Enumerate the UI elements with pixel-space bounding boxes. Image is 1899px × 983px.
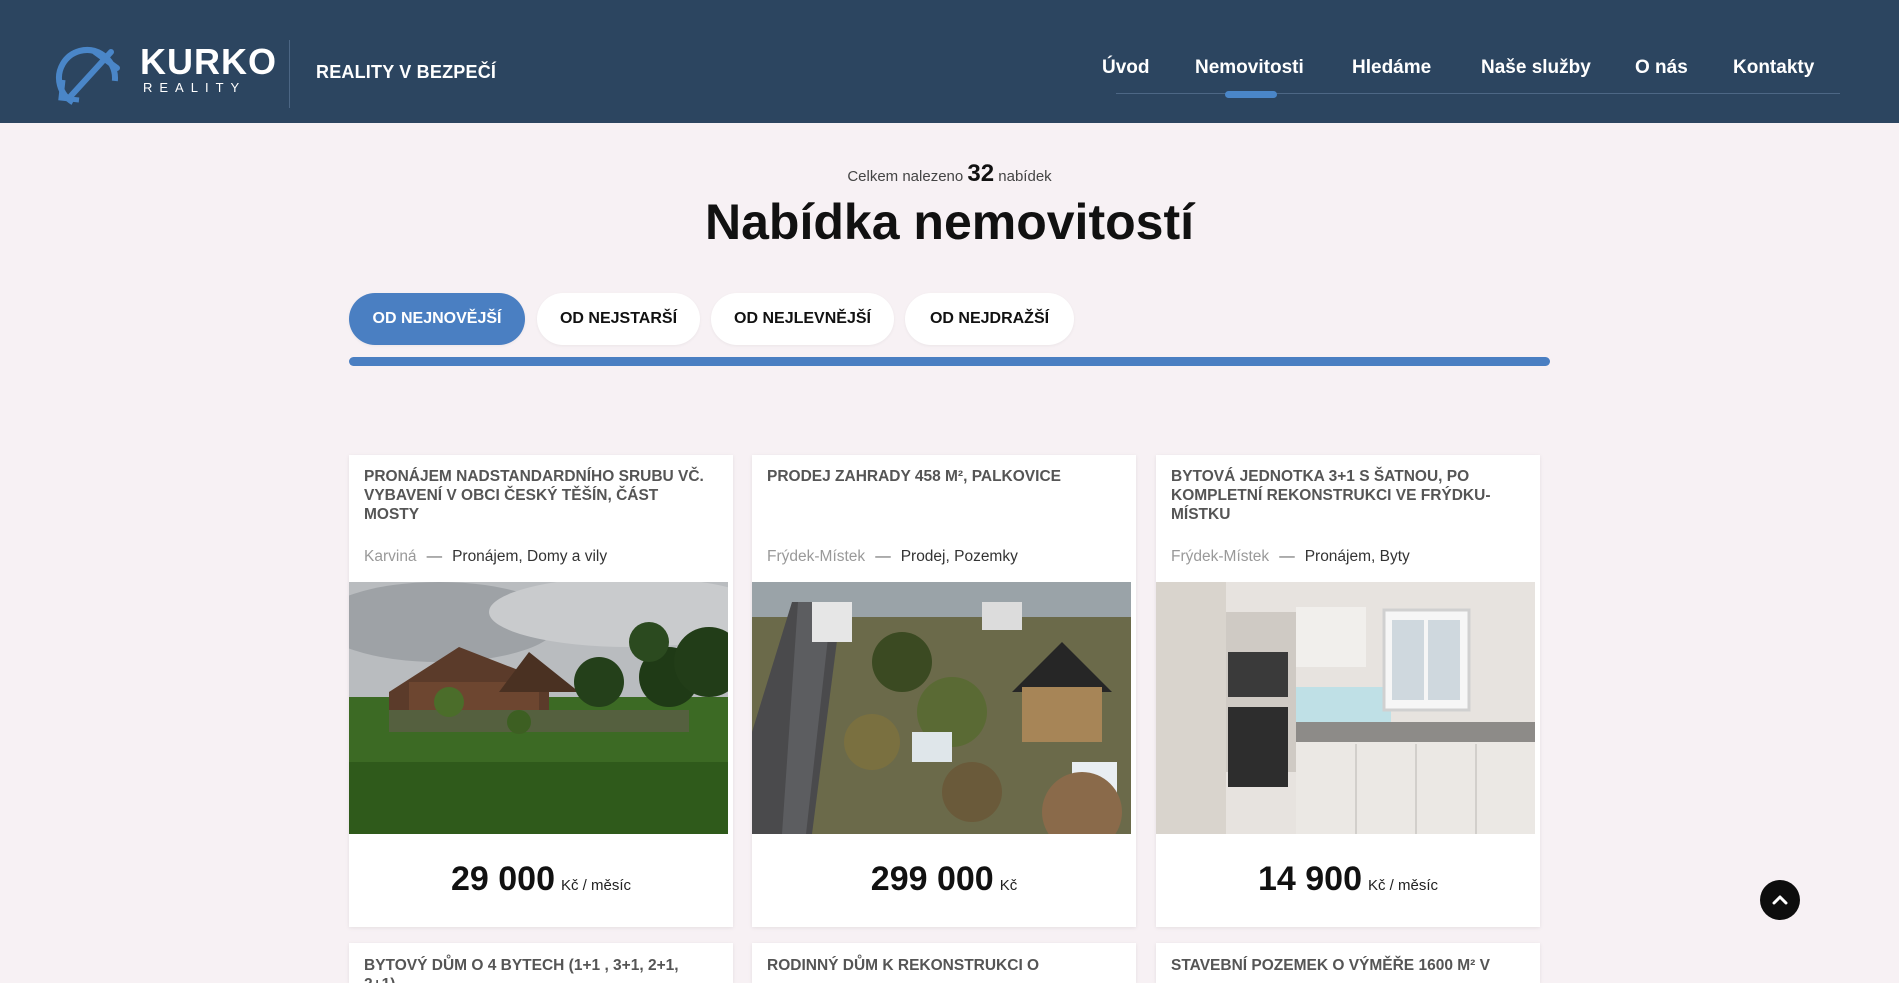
card-location: Karviná [364,548,417,565]
anchor-icon[interactable] [55,40,125,110]
property-card[interactable]: BYTOVÝ DŮM O 4 BYTECH (1+1 , 3+1, 2+1, 2… [349,943,733,983]
card-meta: Frýdek-Místek — Prodej, Pozemky [767,548,1018,566]
page-title: Nabídka nemovitostí [705,194,1194,250]
card-title[interactable]: PRONÁJEM NADSTANDARDNÍHO SRUBU VČ. VYBAV… [364,467,714,524]
result-count: Celkem nalezeno 32 nabídek [0,160,1899,188]
card-title[interactable]: STAVEBNÍ POZEMEK O VÝMĚŘE 1600 m² V [1171,956,1521,975]
price-value: 299 000 [870,860,994,898]
nav-kontakty[interactable]: Kontakty [1733,57,1814,79]
property-card[interactable]: PRODEJ ZAHRADY 458 m², PALKOVICE Frýdek-… [752,455,1136,927]
nav-o-nas[interactable]: O nás [1635,57,1688,79]
count-prefix: Celkem nalezeno [847,168,964,185]
brand-name: KURKO [140,41,277,82]
nav-hledame[interactable]: Hledáme [1352,57,1431,79]
price-unit: Kč [999,877,1018,894]
chevron-up-icon [1772,895,1788,905]
property-card[interactable]: STAVEBNÍ POZEMEK O VÝMĚŘE 1600 m² V [1156,943,1540,983]
card-type: Prodej, Pozemky [900,548,1018,565]
brand-logo[interactable]: KURKO REALITY [140,44,277,96]
tagline: REALITY V BEZPEČÍ [316,62,497,82]
card-separator: — [426,548,443,565]
sort-newest-button[interactable]: OD NEJNOVĚJŠÍ [349,293,525,345]
price-unit: Kč / měsíc [1367,877,1438,894]
card-title[interactable]: PRODEJ ZAHRADY 458 m², PALKOVICE [767,467,1117,486]
card-price: 29 000 Kč / měsíc [349,860,733,899]
sort-bar [349,357,1550,366]
card-title[interactable]: BYTOVÝ DŮM O 4 BYTECH (1+1 , 3+1, 2+1, 2… [364,956,714,983]
price-unit: Kč / měsíc [560,877,631,894]
card-meta: Karviná — Pronájem, Domy a vily [364,548,607,566]
card-location: Frýdek-Místek [1171,548,1270,565]
card-photo[interactable] [752,582,1131,834]
card-photo[interactable] [1156,582,1535,834]
brand-sub: REALITY [143,80,247,95]
card-title[interactable]: BYTOVÁ JEDNOTKA 3+1 S ŠATNOU, PO KOMPLET… [1171,467,1521,524]
nav-nase-sluzby[interactable]: Naše služby [1481,57,1591,79]
nav-active-indicator [1225,91,1277,98]
count-suffix: nabídek [998,168,1052,185]
property-card[interactable]: BYTOVÁ JEDNOTKA 3+1 S ŠATNOU, PO KOMPLET… [1156,455,1540,927]
price-value: 29 000 [450,860,555,898]
card-separator: — [1279,548,1295,565]
card-meta: Frýdek-Místek — Pronájem, Byty [1171,548,1410,566]
card-price: 14 900 Kč / měsíc [1156,860,1540,899]
nav-nemovitosti[interactable]: Nemovitosti [1195,57,1304,79]
scroll-top-button[interactable] [1760,880,1800,920]
card-type: Pronájem, Domy a vily [452,548,608,565]
nav-uvod[interactable]: Úvod [1102,57,1150,79]
property-card[interactable]: RODINNÝ DŮM K REKONSTRUKCI O [752,943,1136,983]
property-card[interactable]: PRONÁJEM NADSTANDARDNÍHO SRUBU VČ. VYBAV… [349,455,733,927]
header-divider [289,40,290,108]
card-photo[interactable] [349,582,728,834]
card-type: Pronájem, Byty [1304,548,1410,565]
price-value: 14 900 [1257,860,1362,898]
card-price: 299 000 Kč [752,860,1136,899]
site-header: KURKO REALITY REALITY V BEZPEČÍ Úvod Nem… [0,0,1899,123]
sort-oldest-button[interactable]: OD NEJSTARŠÍ [537,293,700,345]
count-number: 32 [967,160,995,187]
card-title[interactable]: RODINNÝ DŮM K REKONSTRUKCI O [767,956,1117,975]
card-location: Frýdek-Místek [767,548,866,565]
sort-expensive-button[interactable]: OD NEJDRAŽŠÍ [905,293,1074,345]
sort-cheapest-button[interactable]: OD NEJLEVNĚJŠÍ [711,293,894,345]
card-separator: — [875,548,891,565]
